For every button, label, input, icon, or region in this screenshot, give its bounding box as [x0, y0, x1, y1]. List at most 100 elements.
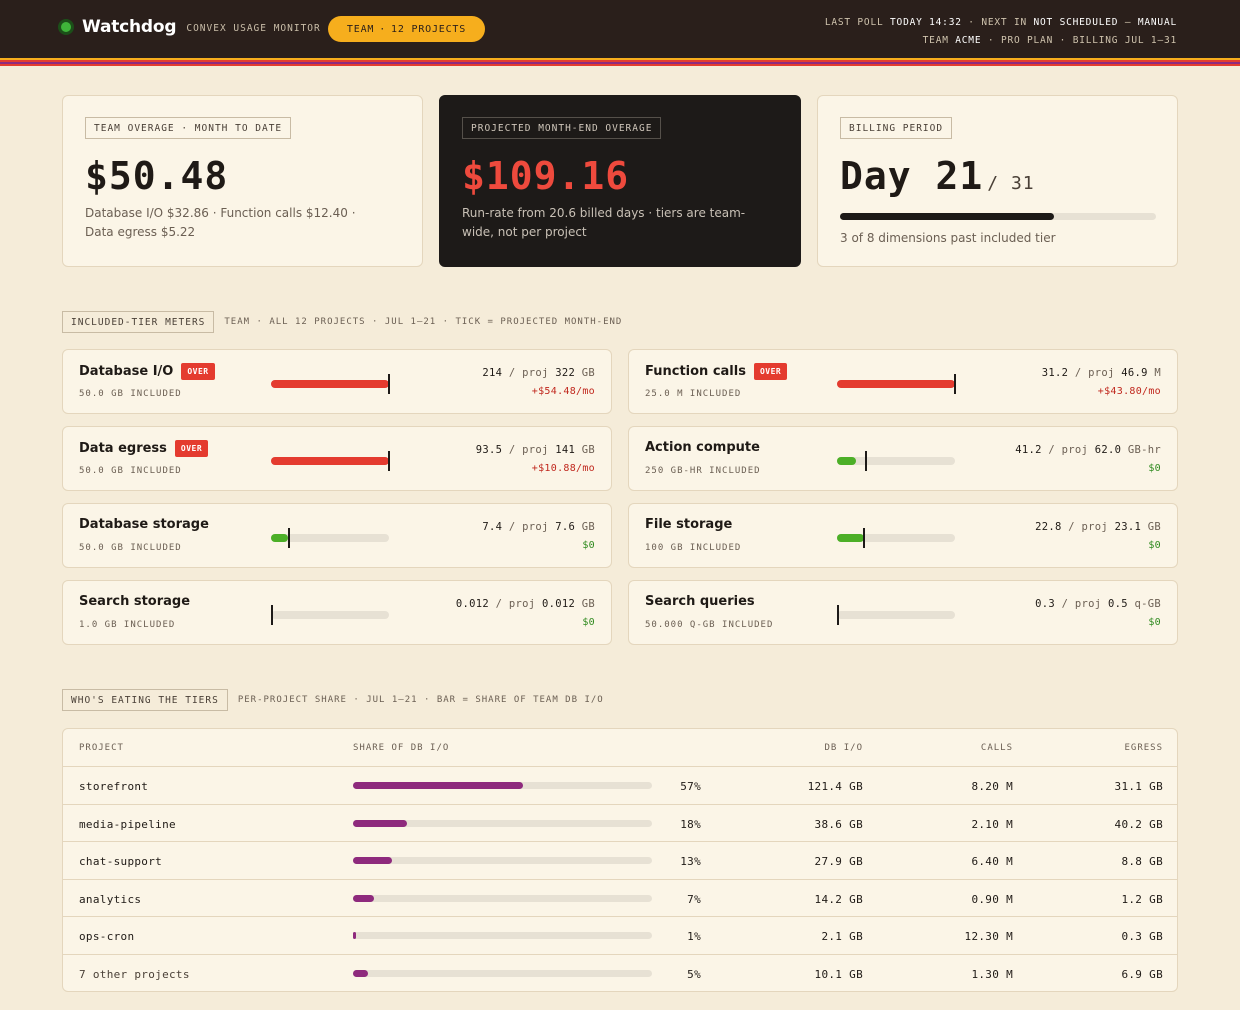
meter-card[interactable]: Function calls OVER 25.0 M INCLUDED 31.2 / …: [628, 349, 1178, 414]
meter-cost: $0: [582, 617, 595, 628]
meter-name-text: Search queries: [645, 594, 755, 609]
row-egress: 6.9 GB: [1121, 968, 1163, 981]
col-calls[interactable]: CALLS: [981, 743, 1013, 753]
meter-proj-label: proj: [1081, 521, 1108, 533]
table-row[interactable]: storefront 57% 121.4 GB 8.20 M 31.1 GB: [63, 767, 1177, 805]
col-db-io[interactable]: DB I/O: [824, 743, 863, 753]
meter-values: 0.012 / proj 0.012 GB: [456, 598, 595, 610]
header-stripes: [0, 58, 1240, 66]
meter-proj-label: proj: [522, 367, 549, 379]
meter-proj-label: proj: [1088, 367, 1115, 379]
meter-name-text: Function calls: [645, 364, 746, 379]
team-overage-card: TEAM OVERAGE · MONTH TO DATE $50.48 Data…: [62, 95, 423, 267]
meter-slash: /: [508, 367, 516, 379]
table-row[interactable]: chat-support 13% 27.9 GB 6.40 M 8.8 GB: [63, 842, 1177, 880]
team-pill-sep: ·: [379, 23, 387, 35]
poll-line-1: LAST POLL TODAY 14:32 · NEXT IN NOT SCHE…: [825, 14, 1177, 32]
last-poll-value: TODAY 14:32: [890, 17, 962, 28]
row-egress: 0.3 GB: [1121, 930, 1163, 944]
row-share-fill: [353, 819, 407, 827]
team-overage-value: $50.48: [85, 154, 229, 198]
row-project: analytics: [79, 892, 142, 906]
row-project: chat-support: [79, 855, 163, 869]
status-dot-icon: [58, 19, 74, 35]
meter-name-text: Search storage: [79, 594, 191, 609]
meter-proj-label: proj: [1061, 444, 1089, 456]
poll-mode[interactable]: MANUAL: [1138, 17, 1177, 28]
meter-proj-label: proj: [522, 444, 549, 456]
row-calls: 8.20 M: [971, 780, 1013, 793]
top-bar: Watchdog CONVEX USAGE MONITOR TEAM · 12 …: [0, 0, 1240, 58]
meter-card[interactable]: Data egress OVER 50.0 GB INCLUDED 93.5 / pr…: [62, 426, 612, 491]
team-overage-tag: TEAM OVERAGE · MONTH TO DATE: [85, 117, 292, 139]
meter-cost: $0: [1148, 463, 1161, 474]
col-project[interactable]: PROJECT: [79, 743, 124, 753]
meter-unit: GB: [581, 444, 595, 456]
table-row[interactable]: 7 other projects 5% 10.1 GB 1.30 M 6.9 GB: [63, 955, 1177, 991]
meter-slash: /: [1061, 598, 1069, 610]
team-projects-pill[interactable]: TEAM · 12 PROJECTS: [328, 16, 485, 42]
meter-name: Database I/O OVER: [79, 363, 215, 380]
row-share-track: [353, 932, 652, 940]
row-share-fill: [353, 932, 356, 940]
row-share-fill: [353, 970, 368, 977]
meters-section-meta: TEAM · ALL 12 PROJECTS · JUL 1–21 · TICK…: [224, 317, 623, 327]
col-share[interactable]: SHARE OF DB I/O: [353, 743, 449, 753]
meter-current: 93.5: [475, 444, 503, 456]
projected-overage-detail: Run-rate from 20.6 billed days · tiers a…: [462, 206, 746, 239]
col-egress[interactable]: EGRESS: [1124, 743, 1163, 753]
meter-projected-tick: [954, 374, 956, 394]
meter-slash: /: [1048, 444, 1056, 456]
meter-card[interactable]: File storage 100 GB INCLUDED 22.8 / proj 2…: [628, 503, 1178, 568]
meter-projected-tick: [271, 605, 274, 625]
row-share-fill: [353, 894, 374, 902]
meter-unit: GB: [581, 367, 595, 379]
meter-included: 250 GB-HR INCLUDED: [645, 466, 761, 476]
meter-name: Action compute: [645, 440, 760, 455]
row-project: 7 other projects: [79, 968, 190, 981]
meters-section-tag: INCLUDED-TIER METERS: [62, 311, 215, 333]
meter-values: 41.2 / proj 62.0 GB-hr: [1015, 444, 1161, 456]
plan-label: PRO PLAN: [1000, 35, 1054, 46]
row-db-io: 121.4 GB: [807, 780, 863, 793]
meter-included: 100 GB INCLUDED: [645, 543, 742, 553]
meter-name-text: File storage: [645, 517, 733, 532]
meter-bar-fill: [837, 534, 864, 542]
billing-period-card: BILLING PERIOD Day 21/ 31 3 of 8 dimensi…: [817, 95, 1178, 267]
meter-current: 31.2: [1041, 367, 1069, 379]
team-sep: ·: [987, 35, 995, 46]
table-row[interactable]: ops-cron 1% 2.1 GB 12.30 M 0.3 GB: [63, 917, 1177, 955]
meter-current: 0.3: [1035, 598, 1055, 610]
poll-dash: —: [1124, 17, 1132, 28]
meter-bar-track: [837, 374, 956, 394]
meter-name: Database storage: [79, 517, 209, 532]
meter-bar-fill: [837, 457, 857, 465]
row-db-io: 27.9 GB: [814, 855, 863, 869]
meter-name: Function calls OVER: [645, 363, 788, 380]
meter-card[interactable]: Search queries 50.000 Q-GB INCLUDED 0.3 / …: [628, 580, 1178, 645]
row-db-io: 14.2 GB: [814, 892, 863, 906]
billing-day-value: Day 21: [840, 154, 984, 198]
brand[interactable]: Watchdog CONVEX USAGE MONITOR: [58, 17, 321, 37]
meter-slash: /: [1074, 367, 1082, 379]
meter-card[interactable]: Search storage 1.0 GB INCLUDED 0.012 / pro…: [62, 580, 612, 645]
stripe-3: [0, 64, 1240, 66]
row-share-pct: 1%: [687, 930, 701, 944]
row-share-pct: 13%: [680, 855, 701, 869]
row-project: media-pipeline: [79, 817, 176, 831]
meter-cost: $0: [1148, 617, 1161, 628]
row-egress: 31.1 GB: [1114, 780, 1163, 793]
meter-name-text: Data egress: [79, 441, 167, 456]
meter-card[interactable]: Database I/O OVER 50.0 GB INCLUDED 214 / pr…: [62, 349, 612, 414]
table-row[interactable]: analytics 7% 14.2 GB 0.90 M 1.2 GB: [63, 880, 1177, 918]
meter-card[interactable]: Database storage 50.0 GB INCLUDED 7.4 / pr…: [62, 503, 612, 568]
meter-card[interactable]: Action compute 250 GB-HR INCLUDED 41.2 / p…: [628, 426, 1178, 491]
meter-projected-tick: [837, 605, 840, 625]
meter-cost: $0: [582, 540, 595, 551]
table-row[interactable]: media-pipeline 18% 38.6 GB 2.10 M 40.2 GB: [63, 805, 1177, 843]
app-subtitle: CONVEX USAGE MONITOR: [186, 23, 321, 34]
billing-day: Day 21/ 31: [840, 154, 1035, 198]
meter-bar-track: [271, 451, 390, 471]
meter-bar-track: [271, 374, 390, 394]
meter-cost: +$10.88/mo: [531, 463, 595, 474]
